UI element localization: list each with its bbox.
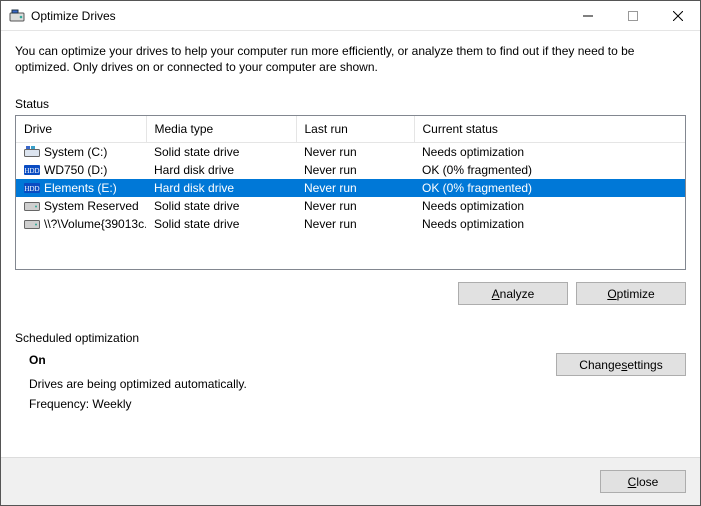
change-settings-button[interactable]: Change settings [556, 353, 686, 376]
last-run: Never run [296, 161, 414, 179]
current-status: OK (0% fragmented) [414, 161, 685, 179]
table-header-row: Drive Media type Last run Current status [16, 116, 685, 143]
drive-icon [24, 200, 40, 212]
drive-name: \\?\Volume{39013c... [44, 217, 146, 231]
media-type: Solid state drive [146, 215, 296, 233]
last-run: Never run [296, 197, 414, 215]
drive-icon [24, 146, 40, 158]
minimize-button[interactable] [565, 1, 610, 30]
col-drive[interactable]: Drive [16, 116, 146, 143]
table-row[interactable]: HDD Elements (E:) Hard disk driveNever run… [16, 179, 685, 197]
col-status[interactable]: Current status [414, 116, 685, 143]
svg-text:HDD: HDD [24, 185, 39, 193]
svg-text:HDD: HDD [24, 167, 39, 175]
drive-name: WD750 (D:) [44, 163, 107, 177]
table-row[interactable]: System (C:) Solid state driveNever runNee… [16, 143, 685, 162]
titlebar: Optimize Drives [1, 1, 700, 31]
close-button[interactable] [655, 1, 700, 30]
drive-icon [24, 218, 40, 230]
schedule-label: Scheduled optimization [15, 331, 686, 345]
intro-text: You can optimize your drives to help you… [15, 43, 686, 75]
media-type: Hard disk drive [146, 161, 296, 179]
col-media[interactable]: Media type [146, 116, 296, 143]
schedule-freq: Frequency: Weekly [29, 397, 556, 411]
last-run: Never run [296, 179, 414, 197]
status-label: Status [15, 97, 686, 111]
table-row[interactable]: System Reserved Solid state driveNever ru… [16, 197, 685, 215]
optimize-drives-window: Optimize Drives You can optimize your dr… [0, 0, 701, 506]
last-run: Never run [296, 215, 414, 233]
drives-table: Drive Media type Last run Current status… [15, 115, 686, 270]
schedule-state: On [29, 353, 556, 367]
media-type: Solid state drive [146, 143, 296, 162]
maximize-button[interactable] [610, 1, 655, 30]
table-row[interactable]: \\?\Volume{39013c...Solid state driveNev… [16, 215, 685, 233]
close-dialog-button[interactable]: Close [600, 470, 686, 493]
schedule-desc: Drives are being optimized automatically… [29, 377, 556, 391]
media-type: Hard disk drive [146, 179, 296, 197]
app-icon [9, 8, 25, 24]
current-status: Needs optimization [414, 215, 685, 233]
col-last[interactable]: Last run [296, 116, 414, 143]
dialog-footer: Close [1, 457, 700, 505]
drive-icon: HDD [24, 164, 40, 176]
optimize-button[interactable]: Optimize [576, 282, 686, 305]
drive-name: Elements (E:) [44, 181, 117, 195]
current-status: Needs optimization [414, 197, 685, 215]
table-row[interactable]: HDD WD750 (D:) Hard disk driveNever runOK … [16, 161, 685, 179]
drive-name: System (C:) [44, 145, 107, 159]
current-status: Needs optimization [414, 143, 685, 162]
analyze-button[interactable]: Analyze [458, 282, 568, 305]
current-status: OK (0% fragmented) [414, 179, 685, 197]
drive-icon: HDD [24, 182, 40, 194]
last-run: Never run [296, 143, 414, 162]
drive-name: System Reserved [44, 199, 139, 213]
media-type: Solid state drive [146, 197, 296, 215]
window-title: Optimize Drives [31, 9, 116, 23]
